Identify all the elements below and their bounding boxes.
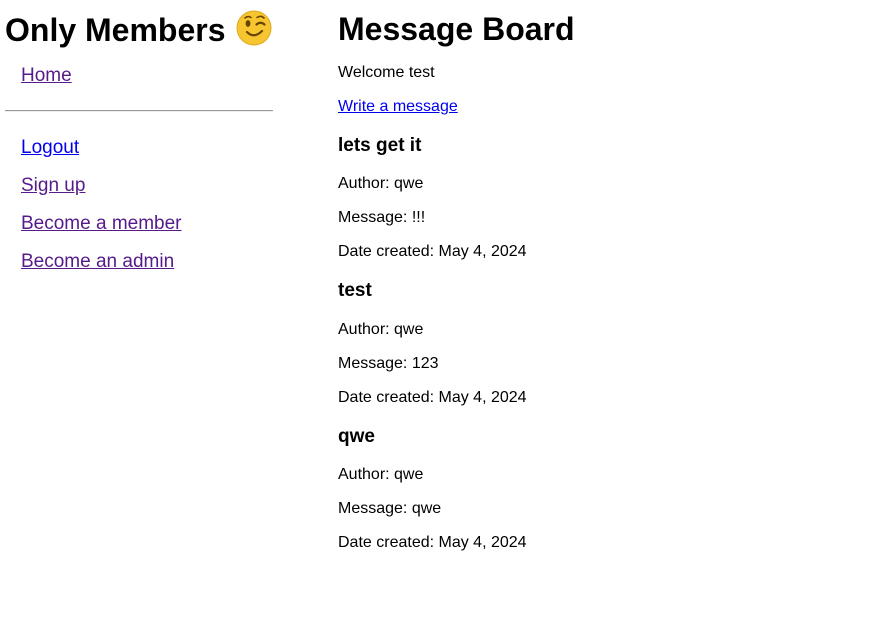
message-body: Message: 123 <box>338 355 439 372</box>
page: Only Members Home Logout Sign up Become … <box>0 0 888 629</box>
message-author: Author: qwe <box>338 175 424 192</box>
message-body: Message: !!! <box>338 209 426 226</box>
message-title: lets get it <box>338 135 422 156</box>
write-message-link[interactable]: Write a message <box>338 98 458 115</box>
message-date: Date created: May 4, 2024 <box>338 243 527 260</box>
site-title-text: Only Members <box>5 12 226 48</box>
page-title: Message Board <box>338 11 575 47</box>
nav-link-become-admin[interactable]: Become an admin <box>21 251 174 273</box>
nav-link-sign-up[interactable]: Sign up <box>21 175 85 197</box>
message-title: test <box>338 280 372 301</box>
message-author: Author: qwe <box>338 321 424 338</box>
winking-face-icon <box>236 10 272 46</box>
site-title: Only Members <box>5 10 273 50</box>
message-title: qwe <box>338 426 375 447</box>
nav-link-home[interactable]: Home <box>21 65 72 87</box>
message-date: Date created: May 4, 2024 <box>338 534 527 551</box>
nav-link-become-member[interactable]: Become a member <box>21 213 182 235</box>
write-message-row: Write a message <box>338 97 458 117</box>
nav-link-logout[interactable]: Logout <box>21 137 79 159</box>
message-body: Message: qwe <box>338 500 442 517</box>
sidebar-divider <box>5 110 273 112</box>
welcome-text: Welcome test <box>338 64 435 81</box>
message-author: Author: qwe <box>338 466 424 483</box>
message-date: Date created: May 4, 2024 <box>338 389 527 406</box>
sidebar: Only Members Home Logout Sign up Become … <box>5 0 273 272</box>
